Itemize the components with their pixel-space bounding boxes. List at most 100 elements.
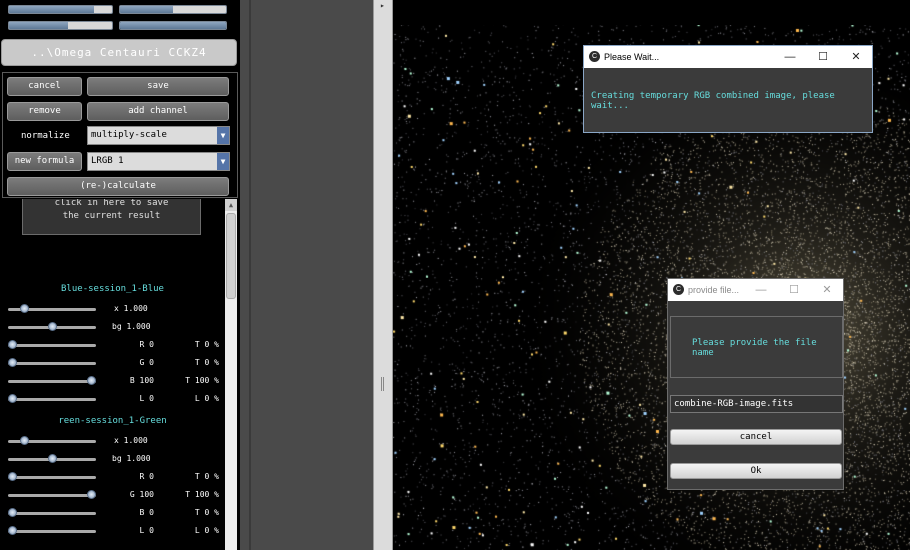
slider-knob-icon[interactable] (8, 358, 17, 367)
weight-value: R 0 (139, 472, 154, 481)
progress-bar-4 (119, 21, 227, 30)
channel-weight-slider[interactable] (8, 489, 96, 501)
minimize-icon[interactable]: — (773, 46, 807, 68)
channel-weight-slider[interactable] (8, 471, 96, 483)
save-result-line-1: click in here to save (54, 199, 169, 208)
channel-title: Blue-session_1-Blue (61, 284, 164, 294)
minimize-icon[interactable]: — (744, 279, 778, 301)
channel-weight-slider[interactable] (8, 357, 96, 369)
slider-track (8, 398, 96, 401)
normalize-select[interactable]: multiply-scale ▼ (87, 126, 230, 145)
middle-panel (240, 0, 373, 550)
bg-value: bg 1.000 (112, 454, 151, 463)
progress-fill-4 (120, 22, 226, 29)
dialog-title: Please Wait... (604, 52, 660, 62)
channel-weight-slider[interactable] (8, 375, 96, 387)
slider-track (8, 494, 96, 497)
x-scale-slider[interactable] (8, 435, 96, 447)
formula-select-value: LRGB 1 (91, 156, 124, 166)
add-channel-button[interactable]: add channel (87, 102, 229, 121)
cancel-button[interactable]: cancel (7, 77, 82, 96)
slider-knob-icon[interactable] (8, 526, 17, 535)
bg-slider[interactable] (8, 453, 96, 465)
slider-track (8, 512, 96, 515)
image-title-bar: ..\Omega Centauri CCKZ4 (1, 39, 237, 66)
channel-weight-slider[interactable] (8, 525, 96, 537)
controls-panel: cancel save remove add channel normalize… (2, 72, 238, 198)
slider-track (8, 362, 96, 365)
provide-file-dialog: C provide file... — ☐ ✕ Please provide t… (667, 278, 844, 490)
progress-bar-1 (8, 5, 113, 14)
weight-value: G 0 (139, 358, 154, 367)
formula-select[interactable]: LRGB 1 ▼ (87, 152, 230, 171)
slider-track (8, 476, 96, 479)
dialog-title-bar[interactable]: C provide file... — ☐ ✕ (668, 279, 843, 301)
new-formula-button[interactable]: new formula (7, 152, 82, 171)
maximize-icon[interactable]: ☐ (777, 279, 811, 301)
weight-value: B 100 (129, 376, 154, 385)
collapse-arrow-icon[interactable]: ▸ (380, 1, 385, 10)
transparency-value: T 0 % (194, 508, 219, 517)
save-result-line-2: the current result (62, 211, 161, 221)
channel-title: reen-session_1-Green (58, 416, 167, 426)
slider-knob-icon[interactable] (8, 394, 17, 403)
filename-input[interactable]: combine-RGB-image.fits (670, 395, 843, 413)
normalize-label: normalize (21, 131, 70, 141)
vertical-scrollbar[interactable]: ▲ (225, 199, 237, 550)
panel-divider[interactable] (249, 0, 251, 550)
progress-bar-2 (119, 5, 227, 14)
save-button[interactable]: save (87, 77, 229, 96)
splitter-grip-icon[interactable] (381, 377, 384, 391)
slider-knob-icon[interactable] (87, 376, 96, 385)
scroll-up-icon[interactable]: ▲ (225, 199, 237, 211)
close-icon[interactable]: ✕ (810, 279, 844, 301)
app-logo-icon: C (673, 284, 684, 295)
weight-value: B 0 (139, 508, 154, 517)
x-scale-slider[interactable] (8, 303, 96, 315)
weight-value: R 0 (139, 340, 154, 349)
transparency-value: L 0 % (194, 394, 219, 403)
remove-button[interactable]: remove (7, 102, 82, 121)
scroll-thumb[interactable] (226, 213, 236, 299)
chevron-down-icon[interactable]: ▼ (217, 153, 229, 170)
file-ok-button[interactable]: Ok (670, 463, 842, 479)
slider-knob-icon[interactable] (87, 490, 96, 499)
splitter-bar[interactable]: ▸ (373, 0, 393, 550)
weight-value: G 100 (129, 490, 154, 499)
transparency-value: T 0 % (194, 358, 219, 367)
bg-slider[interactable] (8, 321, 96, 333)
channel-weight-slider[interactable] (8, 339, 96, 351)
slider-knob-icon[interactable] (19, 436, 29, 445)
slider-knob-icon[interactable] (19, 304, 29, 313)
channel-weight-slider[interactable] (8, 507, 96, 519)
slider-track (8, 380, 96, 383)
slider-knob-icon[interactable] (47, 322, 57, 331)
progress-bar-3 (8, 21, 113, 30)
slider-track (8, 530, 96, 533)
normalize-select-value: multiply-scale (91, 130, 167, 140)
dialog-title: provide file... (688, 285, 740, 295)
app-logo-icon: C (589, 51, 600, 62)
dialog-title-bar[interactable]: C Please Wait... — ☐ ✕ (584, 46, 872, 68)
slider-knob-icon[interactable] (47, 454, 57, 463)
bg-value: bg 1.000 (112, 322, 151, 331)
maximize-icon[interactable]: ☐ (806, 46, 840, 68)
chevron-down-icon[interactable]: ▼ (217, 127, 229, 144)
slider-knob-icon[interactable] (8, 340, 17, 349)
x-scale-value: x 1.000 (114, 304, 148, 313)
recalculate-button[interactable]: (re-)calculate (7, 177, 229, 196)
x-scale-value: x 1.000 (114, 436, 148, 445)
channel-scroll-area[interactable]: click in here to save the current result… (0, 199, 238, 550)
save-result-box[interactable]: click in here to save the current result (22, 199, 201, 235)
image-top-strip (393, 0, 910, 25)
transparency-value: T 100 % (185, 376, 219, 385)
transparency-value: T 0 % (194, 472, 219, 481)
slider-knob-icon[interactable] (8, 508, 17, 517)
file-cancel-button[interactable]: cancel (670, 429, 842, 445)
left-panel: ..\Omega Centauri CCKZ4 cancel save remo… (0, 0, 240, 550)
channel-weight-slider[interactable] (8, 393, 96, 405)
transparency-value: L 0 % (194, 526, 219, 535)
please-wait-dialog: C Please Wait... — ☐ ✕ Creating temporar… (583, 45, 873, 133)
close-icon[interactable]: ✕ (839, 46, 873, 68)
slider-knob-icon[interactable] (8, 472, 17, 481)
